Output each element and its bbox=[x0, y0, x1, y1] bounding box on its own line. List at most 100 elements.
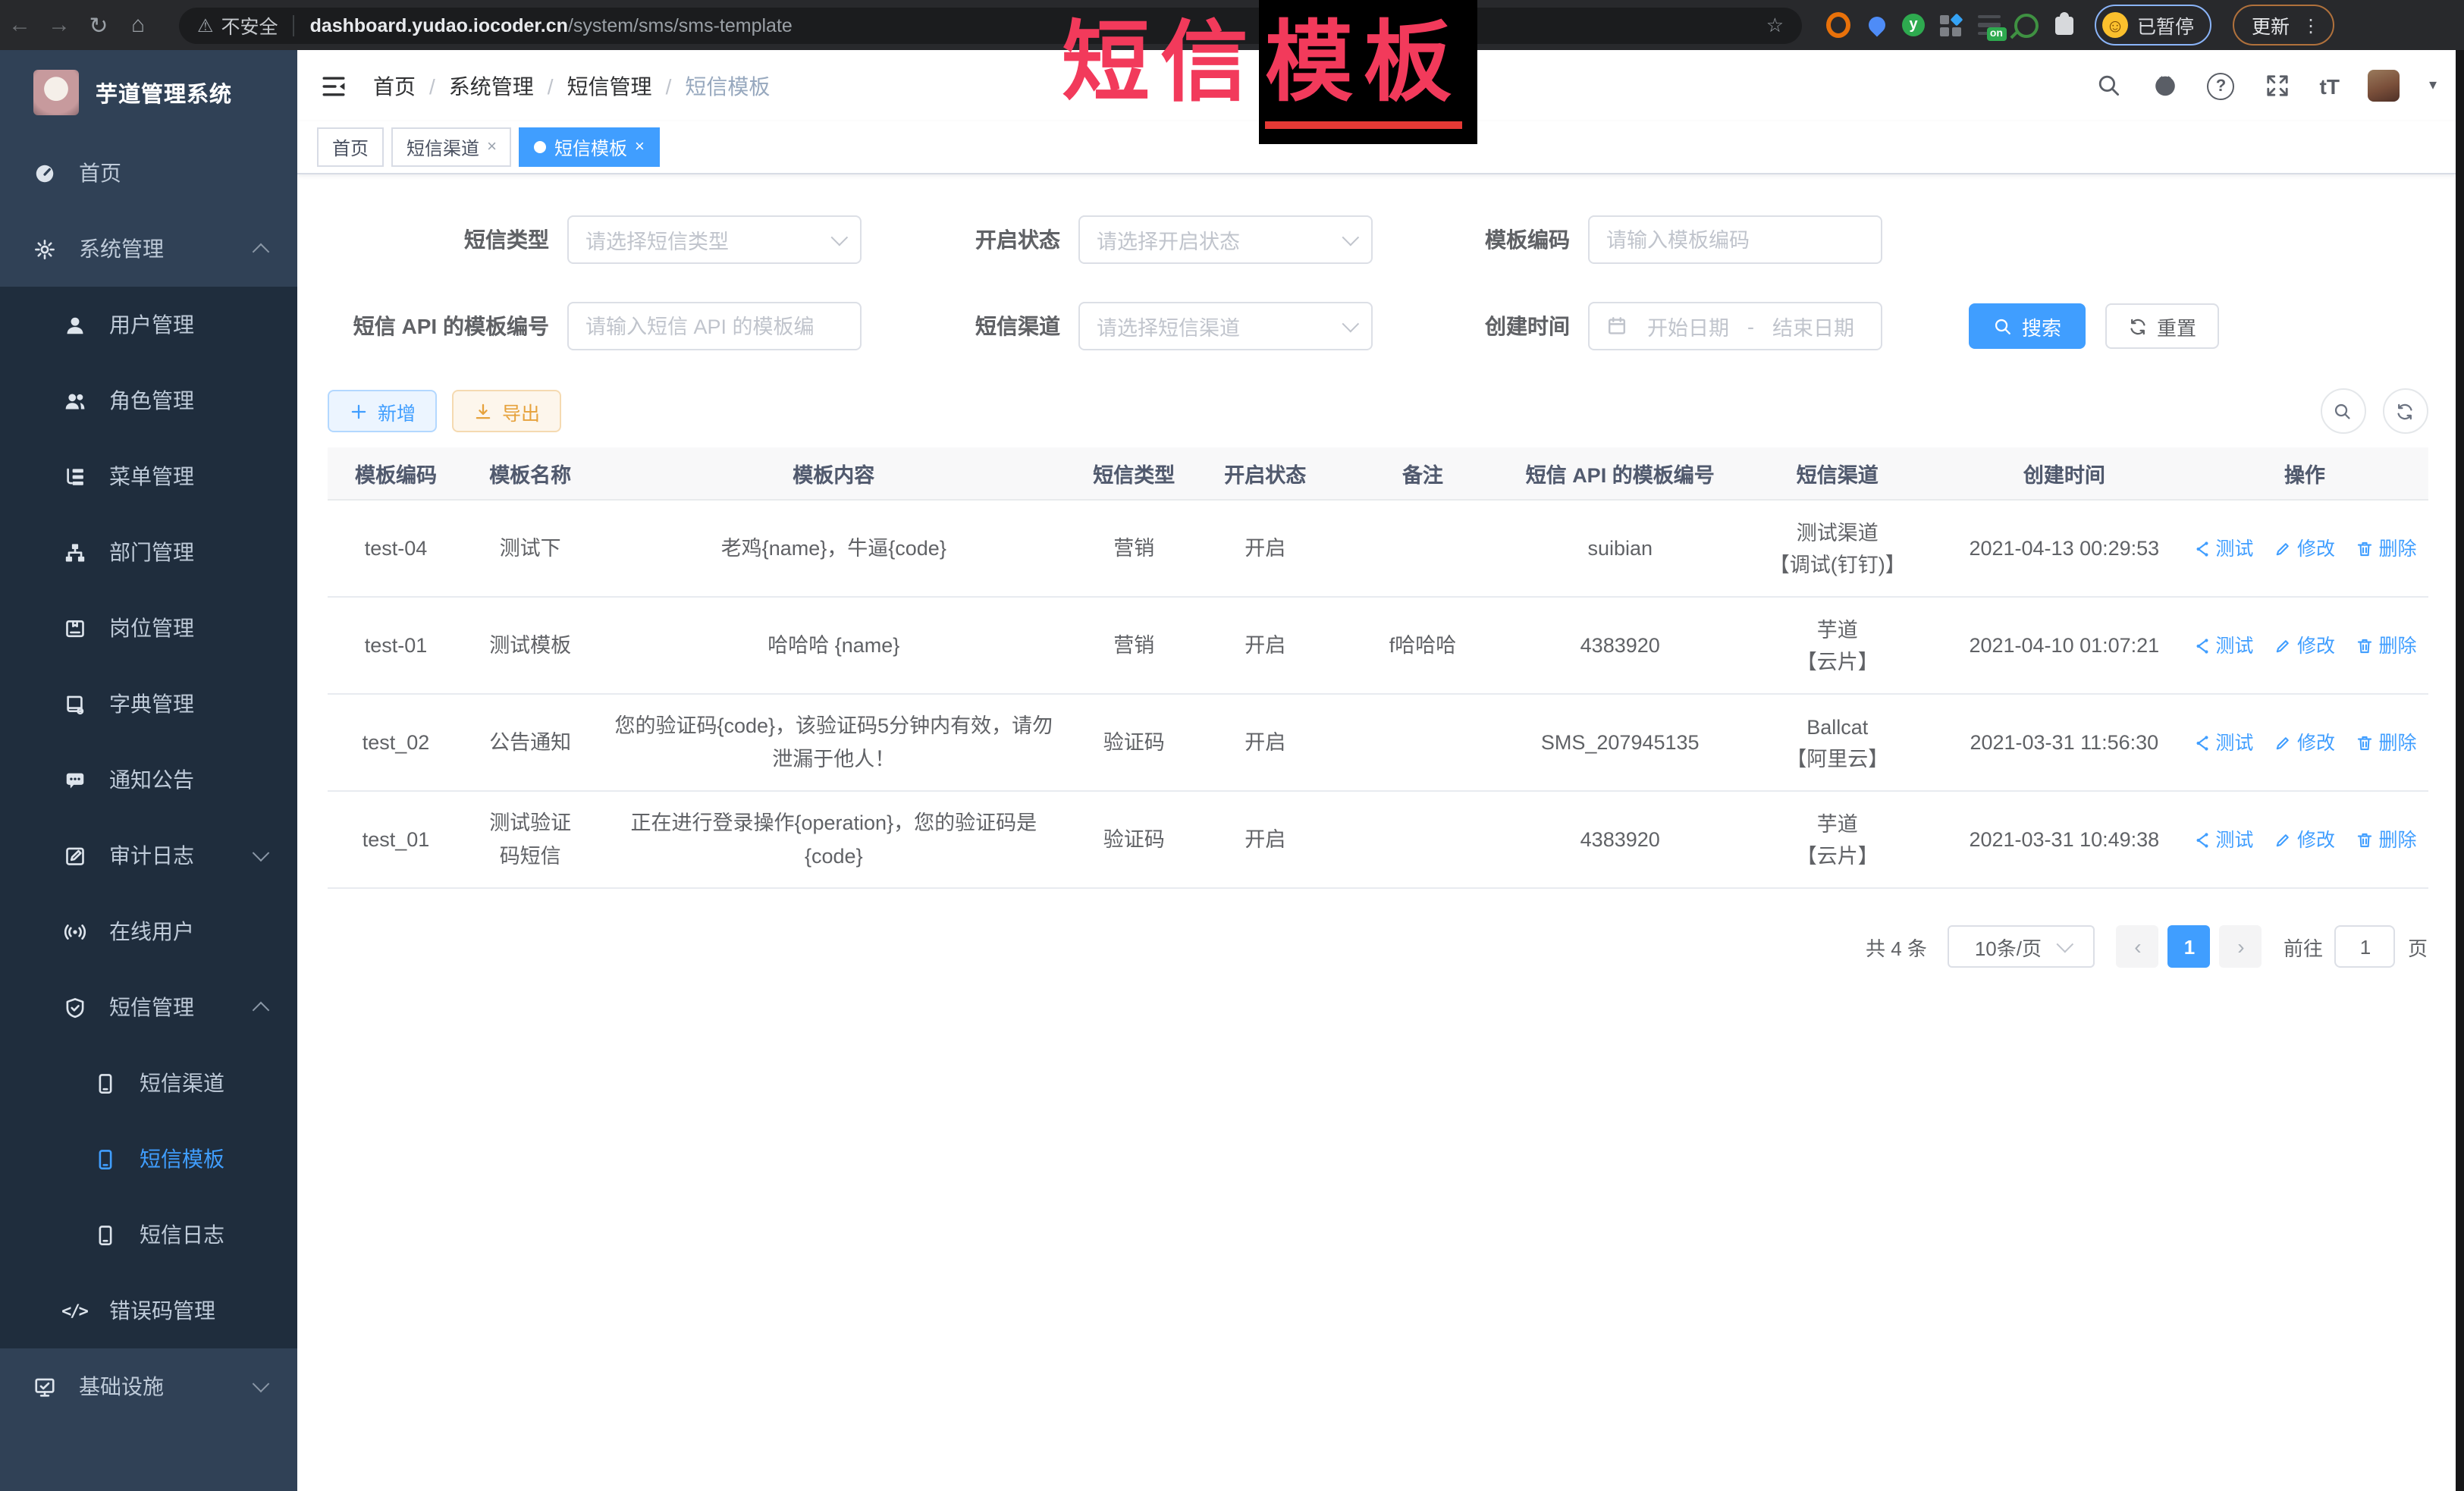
test-link[interactable]: 测试 bbox=[2192, 629, 2253, 662]
breadcrumb-sms[interactable]: 短信管理 bbox=[567, 71, 652, 101]
extension-pin-icon[interactable] bbox=[1864, 13, 1888, 37]
page-size-select[interactable]: 10条/页 bbox=[1948, 925, 2095, 968]
extension-list-icon[interactable]: on bbox=[1976, 13, 2001, 37]
sidebar-item-label: 系统管理 bbox=[79, 234, 164, 264]
hamburger-icon[interactable] bbox=[320, 72, 347, 99]
sidebar-item-label: 短信管理 bbox=[109, 992, 194, 1022]
close-icon[interactable]: × bbox=[635, 138, 645, 156]
refresh-icon[interactable] bbox=[2382, 388, 2428, 434]
sidebar-item-sms-template[interactable]: 短信模板 bbox=[0, 1121, 297, 1197]
breadcrumb-system[interactable]: 系统管理 bbox=[449, 71, 534, 101]
end-date-placeholder: 结束日期 bbox=[1772, 311, 1854, 341]
edit-link[interactable]: 修改 bbox=[2274, 726, 2335, 759]
extension-tool-icon[interactable] bbox=[2014, 13, 2039, 37]
sidebar-item-dicts[interactable]: 字典管理 bbox=[0, 666, 297, 742]
filter-label: 模板编码 bbox=[1373, 224, 1588, 255]
search-button[interactable]: 搜索 bbox=[1969, 303, 2086, 349]
status-select[interactable]: 请选择开启状态 bbox=[1078, 215, 1373, 264]
user-avatar[interactable] bbox=[2368, 70, 2400, 102]
sidebar-item-notices[interactable]: 通知公告 bbox=[0, 742, 297, 818]
prev-page-button[interactable]: ‹ bbox=[2117, 925, 2159, 968]
security-warning-label[interactable]: 不安全 bbox=[221, 11, 278, 39]
search-icon[interactable] bbox=[2095, 72, 2123, 99]
filter-channel: 短信渠道 请选择短信渠道 bbox=[862, 302, 1373, 350]
font-size-icon[interactable]: tT bbox=[2320, 74, 2340, 98]
address-bar[interactable]: ⚠ 不安全 dashboard.yudao.iocoder.cn /system… bbox=[179, 7, 1802, 43]
browser-back-icon[interactable]: ← bbox=[0, 12, 39, 38]
tab-home[interactable]: 首页 bbox=[317, 127, 384, 167]
next-page-button[interactable]: › bbox=[2220, 925, 2262, 968]
sidebar-item-departments[interactable]: 部门管理 bbox=[0, 514, 297, 590]
browser-update-button[interactable]: 更新 ⋮ bbox=[2232, 5, 2334, 46]
delete-link[interactable]: 删除 bbox=[2356, 629, 2417, 662]
goto-page-input[interactable] bbox=[2335, 925, 2396, 968]
extension-grid-icon[interactable] bbox=[1938, 13, 1963, 37]
edit-link[interactable]: 修改 bbox=[2274, 532, 2335, 565]
chevron-down-icon bbox=[253, 1375, 270, 1392]
tab-sms-template[interactable]: 短信模板 × bbox=[519, 127, 660, 167]
add-button[interactable]: 新增 bbox=[328, 390, 437, 432]
show-search-icon[interactable] bbox=[2320, 388, 2365, 434]
tab-sms-channel[interactable]: 短信渠道 × bbox=[391, 127, 512, 167]
close-icon[interactable]: × bbox=[487, 138, 497, 156]
window-edge bbox=[2455, 50, 2464, 1491]
sidebar-item-sms[interactable]: 短信管理 bbox=[0, 969, 297, 1045]
template-code-input[interactable] bbox=[1588, 215, 1882, 264]
test-link[interactable]: 测试 bbox=[2192, 823, 2253, 856]
sidebar-item-system[interactable]: 系统管理 bbox=[0, 211, 297, 287]
test-link[interactable]: 测试 bbox=[2192, 726, 2253, 759]
delete-link[interactable]: 删除 bbox=[2356, 532, 2417, 565]
export-button[interactable]: 导出 bbox=[452, 390, 561, 432]
breadcrumb-home[interactable]: 首页 bbox=[373, 71, 416, 101]
browser-reload-icon[interactable]: ↻ bbox=[79, 11, 118, 39]
delete-link[interactable]: 删除 bbox=[2356, 823, 2417, 856]
channel-select[interactable]: 请选择短信渠道 bbox=[1078, 302, 1373, 350]
test-link[interactable]: 测试 bbox=[2192, 532, 2253, 565]
sidebar-item-error-codes[interactable]: </> 错误码管理 bbox=[0, 1273, 297, 1348]
sidebar-item-label: 岗位管理 bbox=[109, 613, 194, 643]
bookmark-star-icon[interactable]: ☆ bbox=[1766, 13, 1784, 37]
browser-forward-icon[interactable]: → bbox=[39, 12, 79, 38]
github-icon[interactable] bbox=[2152, 72, 2179, 99]
extension-puzzle-icon[interactable] bbox=[2052, 13, 2076, 37]
date-range-picker[interactable]: 开始日期 - 结束日期 bbox=[1588, 302, 1882, 350]
sidebar-item-label: 错误码管理 bbox=[109, 1295, 215, 1326]
sidebar-item-posts[interactable]: 岗位管理 bbox=[0, 590, 297, 666]
help-icon[interactable]: ? bbox=[2208, 72, 2235, 99]
browser-menu-icon[interactable]: ⋮ bbox=[2302, 14, 2320, 36]
update-label: 更新 bbox=[2252, 11, 2290, 39]
phone-icon bbox=[93, 1071, 117, 1095]
sidebar-item-users[interactable]: 用户管理 bbox=[0, 287, 297, 363]
sidebar-item-infrastructure[interactable]: 基础设施 bbox=[0, 1348, 297, 1424]
sidebar-item-menus[interactable]: 菜单管理 bbox=[0, 438, 297, 514]
reset-button[interactable]: 重置 bbox=[2105, 303, 2219, 349]
sidebar-item-roles[interactable]: 角色管理 bbox=[0, 363, 297, 438]
avatar-caret-icon[interactable]: ▾ bbox=[2429, 77, 2437, 94]
sidebar-item-sms-log[interactable]: 短信日志 bbox=[0, 1197, 297, 1273]
col-sms-type: 短信类型 bbox=[1071, 447, 1197, 500]
browser-home-icon[interactable]: ⌂ bbox=[118, 12, 158, 38]
tags-bar: 首页 短信渠道 × 短信模板 × bbox=[297, 121, 2455, 174]
delete-link[interactable]: 删除 bbox=[2356, 726, 2417, 759]
pagination-total: 共 4 条 bbox=[1866, 932, 1927, 961]
edit-link[interactable]: 修改 bbox=[2274, 629, 2335, 662]
extension-y-icon[interactable]: y bbox=[1902, 14, 1925, 36]
app-logo bbox=[33, 70, 79, 115]
api-template-id-input[interactable] bbox=[567, 302, 862, 350]
current-page-button[interactable]: 1 bbox=[2168, 925, 2211, 968]
edit-link[interactable]: 修改 bbox=[2274, 823, 2335, 856]
extension-ring-icon[interactable] bbox=[1826, 13, 1850, 37]
sms-template-table: 模板编码 模板名称 模板内容 短信类型 开启状态 备注 短信 API 的模板编号… bbox=[328, 447, 2428, 889]
filter-row-1: 短信类型 请选择短信类型 开启状态 请选择开启状态 模板编码 bbox=[328, 215, 2428, 264]
app-logo-row[interactable]: 芋道管理系统 bbox=[0, 50, 297, 135]
sidebar-item-online-users[interactable]: 在线用户 bbox=[0, 893, 297, 969]
sidebar-item-home[interactable]: 首页 bbox=[0, 135, 297, 211]
fullscreen-icon[interactable] bbox=[2264, 72, 2291, 99]
browser-profile-pill[interactable]: ☺ 已暂停 bbox=[2095, 5, 2211, 46]
sidebar-item-sms-channel[interactable]: 短信渠道 bbox=[0, 1045, 297, 1121]
goto-label: 前往 bbox=[2284, 932, 2323, 961]
filter-label: 开启状态 bbox=[862, 224, 1078, 255]
sms-type-select[interactable]: 请选择短信类型 bbox=[567, 215, 862, 264]
chevron-up-icon bbox=[253, 243, 270, 261]
sidebar-item-audit-logs[interactable]: 审计日志 bbox=[0, 818, 297, 893]
